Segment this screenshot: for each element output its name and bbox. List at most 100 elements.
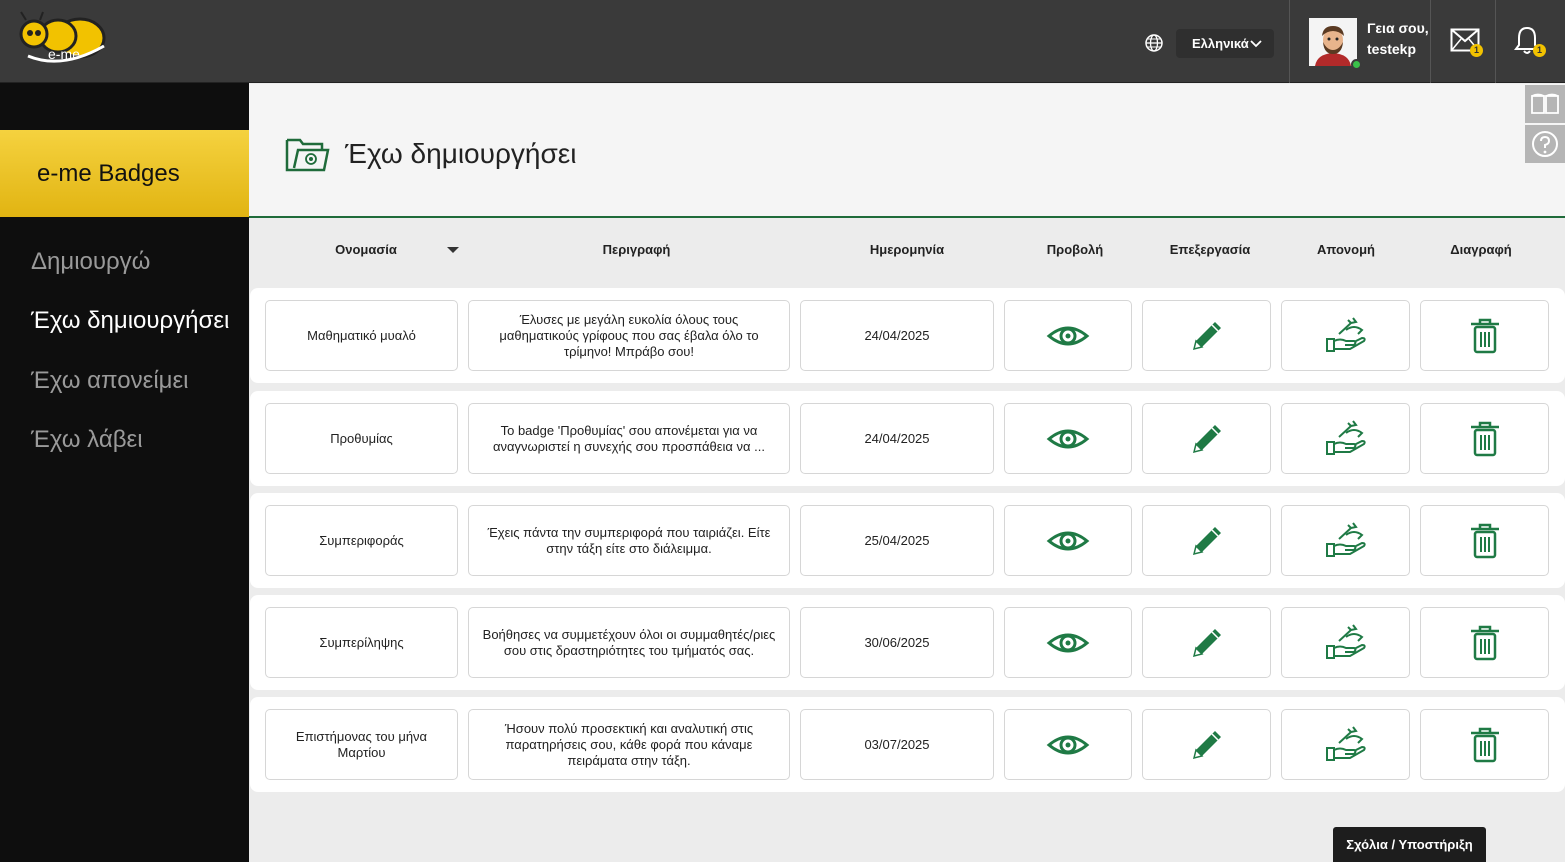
eye-icon bbox=[1046, 531, 1090, 550]
badge-description-cell: Ήσουν πολύ προσεκτική και αναλυτική στις… bbox=[468, 709, 790, 780]
sidebar-header[interactable]: e-me Badges bbox=[0, 130, 249, 217]
sidebar-item-create[interactable]: Δημιουργώ bbox=[31, 248, 150, 276]
table-row: Μαθηματικό μυαλό Έλυσες με μεγάλη ευκολί… bbox=[250, 288, 1565, 383]
edit-button[interactable] bbox=[1142, 607, 1271, 678]
table-row: Συμπερίληψης Βοήθησες να συμμετέχουν όλο… bbox=[250, 595, 1565, 690]
table-row: Προθυμίας Το badge 'Προθυμίας' σου απονέ… bbox=[250, 391, 1565, 486]
badge-date-cell: 30/06/2025 bbox=[800, 607, 994, 678]
username: testekp bbox=[1367, 41, 1417, 57]
book-icon bbox=[1531, 93, 1559, 114]
view-button[interactable] bbox=[1004, 505, 1132, 576]
feedback-button[interactable]: Σχόλια / Υποστήριξη bbox=[1333, 827, 1486, 862]
badge-name: Συμπεριφοράς bbox=[319, 532, 404, 548]
view-button[interactable] bbox=[1004, 709, 1132, 780]
edit-button[interactable] bbox=[1142, 403, 1271, 474]
user-menu[interactable]: Γεια σου, testekp bbox=[1289, 0, 1431, 83]
column-header-name[interactable]: Ονομασία bbox=[316, 242, 416, 257]
trash-icon bbox=[1470, 625, 1499, 660]
manual-button[interactable] bbox=[1525, 85, 1565, 123]
main-content: Έχω δημιουργήσει Ονομασία Περιγραφή Ημερ… bbox=[249, 84, 1565, 862]
edit-button[interactable] bbox=[1142, 709, 1271, 780]
badge-description: Ήσουν πολύ προσεκτική και αναλυτική στις… bbox=[504, 720, 754, 768]
mail-count-badge: 1 bbox=[1470, 44, 1483, 57]
eye-icon bbox=[1046, 326, 1090, 345]
chevron-down-icon bbox=[1250, 40, 1262, 48]
trash-icon bbox=[1470, 727, 1499, 762]
give-badge-hand-icon bbox=[1325, 623, 1366, 659]
badge-name: Προθυμίας bbox=[330, 430, 393, 446]
eye-icon bbox=[1046, 735, 1090, 754]
give-badge-hand-icon bbox=[1325, 521, 1366, 557]
view-button[interactable] bbox=[1004, 300, 1132, 371]
language-select[interactable]: Ελληνικά bbox=[1176, 29, 1274, 58]
view-button[interactable] bbox=[1004, 607, 1132, 678]
badge-date: 30/06/2025 bbox=[864, 634, 930, 650]
user-greeting: Γεια σου, testekp bbox=[1367, 18, 1429, 60]
table-row: Επιστήμονας του μήνα Μαρτίου Ήσουν πολύ … bbox=[250, 697, 1565, 792]
column-header-award: Απονομή bbox=[1317, 242, 1375, 257]
badge-description: Το badge 'Προθυμίας' σου απονέμεται για … bbox=[492, 422, 766, 454]
delete-button[interactable] bbox=[1420, 607, 1549, 678]
logo-text: e-me bbox=[48, 46, 80, 62]
bee-logo-icon bbox=[19, 11, 106, 63]
sidebar-item-received[interactable]: Έχω λάβει bbox=[31, 426, 143, 454]
badge-date: 03/07/2025 bbox=[864, 736, 930, 752]
column-header-date: Ημερομηνία bbox=[869, 242, 945, 257]
badge-name-cell: Επιστήμονας του μήνα Μαρτίου bbox=[265, 709, 458, 780]
award-button[interactable] bbox=[1281, 300, 1410, 371]
avatar bbox=[1309, 18, 1357, 66]
badge-name: Επιστήμονας του μήνα Μαρτίου bbox=[295, 728, 428, 760]
globe-icon[interactable] bbox=[1144, 33, 1164, 53]
pencil-icon bbox=[1192, 628, 1221, 657]
badge-description-cell: Έλυσες με μεγάλη ευκολία όλους τους μαθη… bbox=[468, 300, 790, 371]
eye-icon bbox=[1046, 429, 1090, 448]
badge-date: 25/04/2025 bbox=[864, 532, 930, 548]
trash-icon bbox=[1470, 421, 1499, 456]
sort-caret-icon[interactable] bbox=[447, 247, 459, 253]
notifications-button[interactable]: 1 bbox=[1497, 0, 1565, 83]
sidebar-item-created[interactable]: Έχω δημιουργήσει bbox=[31, 307, 229, 335]
edit-button[interactable] bbox=[1142, 300, 1271, 371]
help-button[interactable] bbox=[1525, 125, 1565, 163]
badge-description-cell: Έχεις πάντα την συμπεριφορά που ταιριάζε… bbox=[468, 505, 790, 576]
badge-date-cell: 24/04/2025 bbox=[800, 300, 994, 371]
award-button[interactable] bbox=[1281, 607, 1410, 678]
badge-date-cell: 25/04/2025 bbox=[800, 505, 994, 576]
badge-name: Μαθηματικό μυαλό bbox=[307, 327, 416, 343]
trash-icon bbox=[1470, 318, 1499, 353]
delete-button[interactable] bbox=[1420, 505, 1549, 576]
sidebar-item-awarded[interactable]: Έχω απονείμει bbox=[31, 367, 189, 395]
badge-date-cell: 03/07/2025 bbox=[800, 709, 994, 780]
award-button[interactable] bbox=[1281, 505, 1410, 576]
badge-description-cell: Το badge 'Προθυμίας' σου απονέμεται για … bbox=[468, 403, 790, 474]
messages-button[interactable]: 1 bbox=[1432, 0, 1496, 83]
edit-button[interactable] bbox=[1142, 505, 1271, 576]
delete-button[interactable] bbox=[1420, 709, 1549, 780]
badge-description: Βοήθησες να συμμετέχουν όλοι οι συμμαθητ… bbox=[482, 626, 776, 658]
badge-name-cell: Προθυμίας bbox=[265, 403, 458, 474]
help-icon bbox=[1532, 131, 1558, 157]
table-row: Συμπεριφοράς Έχεις πάντα την συμπεριφορά… bbox=[250, 493, 1565, 588]
top-bar: e-me Ελληνικά Γεια σου, testekp 1 1 bbox=[0, 0, 1565, 83]
greeting-line: Γεια σου, bbox=[1367, 20, 1429, 36]
badge-description: Έχεις πάντα την συμπεριφορά που ταιριάζε… bbox=[487, 524, 771, 556]
view-button[interactable] bbox=[1004, 403, 1132, 474]
language-label: Ελληνικά bbox=[1192, 36, 1249, 51]
badge-description-cell: Βοήθησες να συμμετέχουν όλοι οι συμμαθητ… bbox=[468, 607, 790, 678]
delete-button[interactable] bbox=[1420, 300, 1549, 371]
column-header-edit: Επεξεργασία bbox=[1169, 242, 1251, 257]
page-title: Έχω δημιουργήσει bbox=[345, 138, 577, 169]
award-button[interactable] bbox=[1281, 709, 1410, 780]
badge-name-cell: Συμπερίληψης bbox=[265, 607, 458, 678]
column-header-description: Περιγραφή bbox=[602, 242, 671, 257]
sidebar: e-me Badges Δημιουργώ Έχω δημιουργήσει Έ… bbox=[0, 83, 249, 862]
delete-button[interactable] bbox=[1420, 403, 1549, 474]
column-header-view: Προβολή bbox=[1046, 242, 1104, 257]
e-me-logo[interactable]: e-me bbox=[12, 10, 112, 72]
give-badge-hand-icon bbox=[1325, 725, 1366, 761]
pencil-icon bbox=[1192, 424, 1221, 453]
give-badge-hand-icon bbox=[1325, 419, 1366, 455]
award-button[interactable] bbox=[1281, 403, 1410, 474]
page-header: Έχω δημιουργήσει bbox=[249, 84, 1565, 218]
badge-name-cell: Συμπεριφοράς bbox=[265, 505, 458, 576]
